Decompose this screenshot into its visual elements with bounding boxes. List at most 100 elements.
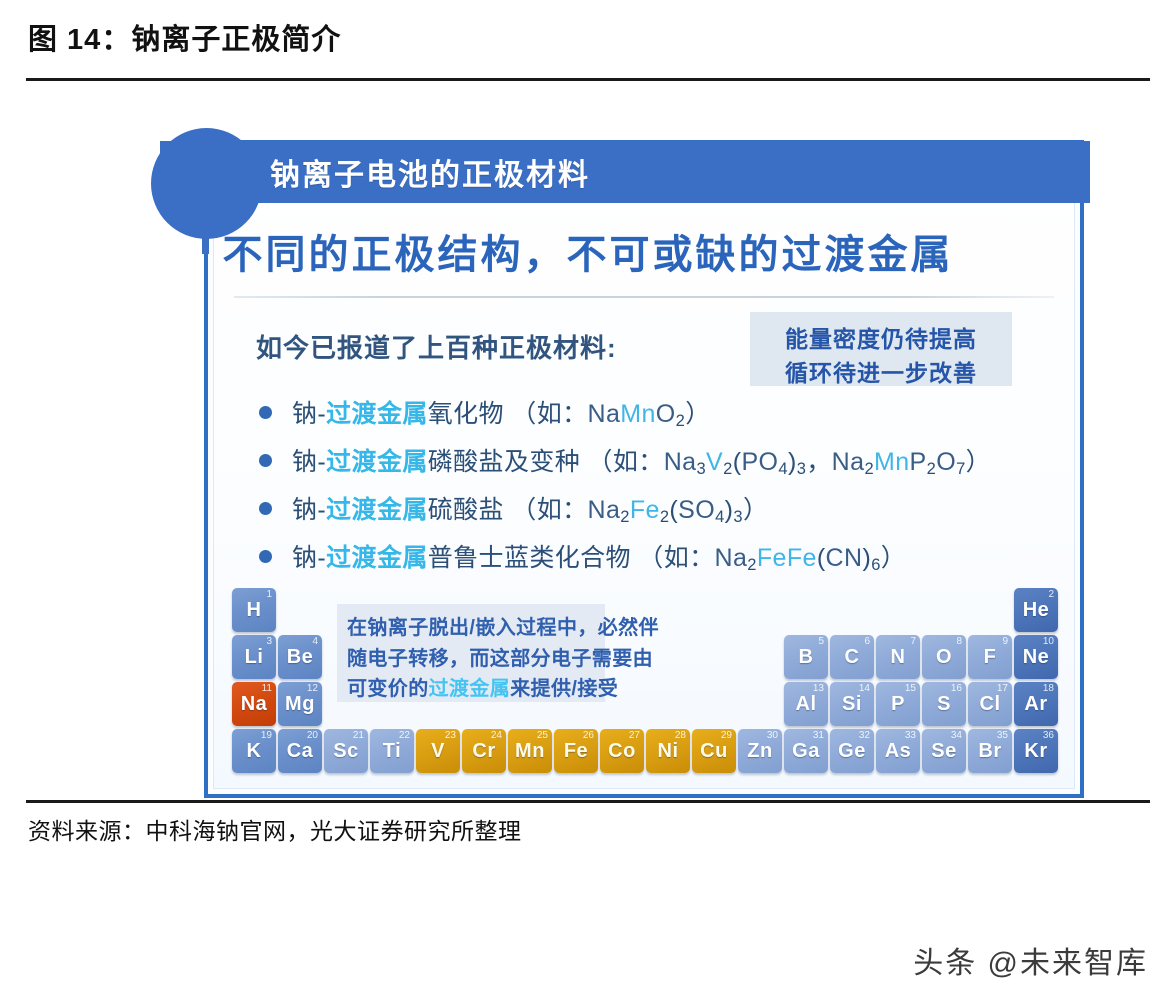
bullet-dot-icon	[259, 454, 272, 467]
list-item-text: 钠-过渡金属磷酸盐及变种 （如：Na3V2(PO4)3，Na2MnP2O7）	[292, 442, 991, 479]
element-symbol: P	[891, 693, 905, 715]
element-cell-h: 1H	[232, 588, 276, 632]
note-line-3-suffix: 来提供/接受	[510, 678, 619, 700]
element-symbol: Mg	[285, 693, 315, 715]
element-cell-se: 34 Se	[922, 729, 966, 773]
element-cell-cl: 17 Cl	[968, 682, 1012, 726]
element-symbol: N	[890, 646, 906, 668]
element-symbol: Br	[978, 740, 1002, 762]
element-cell-ca: 20 Ca	[278, 729, 322, 773]
element-symbol: H	[246, 599, 262, 621]
note-line-3: 可变价的过渡金属来提供/接受	[347, 672, 618, 701]
element-cell-ge: 32 Ge	[830, 729, 874, 773]
list-item: 钠-过渡金属氧化物 （如：NaMnO2）	[256, 390, 1056, 438]
element-cell-k: 19 K	[232, 729, 276, 773]
list-item-suffix: 硫酸盐	[427, 496, 504, 524]
element-symbol: C	[844, 646, 860, 668]
element-cell-sc: 21 Sc	[324, 729, 368, 773]
element-symbol: V	[431, 740, 445, 762]
element-symbol: S	[937, 693, 951, 715]
element-cell-ga: 31 Ga	[784, 729, 828, 773]
list-item-example: （如：NaMnO2）	[503, 400, 711, 431]
element-symbol: Be	[286, 646, 314, 668]
note-line-2: 随电子转移，而这部分电子需要由	[347, 648, 653, 670]
element-symbol: Co	[608, 740, 636, 762]
list-item-example: （如：Na2Fe2(SO4)3）	[503, 496, 769, 527]
element-cell-li: 3 Li	[232, 635, 276, 679]
element-cell-mg: 12 Mg	[278, 682, 322, 726]
element-symbol: K	[246, 740, 262, 762]
element-cell-b: 5B	[784, 635, 828, 679]
slide-banner: 钠离子电池的正极材料	[160, 141, 1090, 203]
bullet-dot-icon	[259, 406, 272, 419]
element-cell-as: 33 As	[876, 729, 920, 773]
list-item: 钠-过渡金属磷酸盐及变种 （如：Na3V2(PO4)3，Na2MnP2O7）	[256, 438, 1056, 486]
source-text: 资料来源：中科海钠官网，光大证券研究所整理	[28, 818, 522, 844]
element-symbol: O	[935, 646, 953, 668]
element-symbol: Ni	[657, 740, 679, 762]
list-item-text: 钠-过渡金属硫酸盐 （如：Na2Fe2(SO4)3）	[292, 490, 768, 527]
element-symbol: Ne	[1022, 646, 1050, 668]
material-list: 钠-过渡金属氧化物 （如：NaMnO2） 钠-过渡金属磷酸盐及变种 （如：Na3V…	[256, 390, 1056, 582]
list-item-text: 钠-过渡金属氧化物 （如：NaMnO2）	[292, 394, 711, 431]
note-line-1: 在钠离子脱出/嵌入过程中，必然伴	[347, 617, 659, 639]
element-cell-co: 27 Co	[600, 729, 644, 773]
list-item-prefix: 钠-	[292, 544, 327, 572]
element-cell-na: 11 Na	[232, 682, 276, 726]
title-divider	[26, 78, 1150, 81]
element-symbol: He	[1022, 599, 1050, 621]
list-item-example: （如：Na3V2(PO4)3，Na2MnP2O7）	[580, 448, 992, 479]
banner-circle-decoration	[151, 128, 262, 239]
element-symbol: Cr	[472, 740, 496, 762]
element-symbol: Li	[244, 646, 264, 668]
list-item-prefix: 钠-	[292, 400, 327, 428]
element-symbol: Kr	[1024, 740, 1048, 762]
element-cell-he: 2 He	[1014, 588, 1058, 632]
element-symbol: B	[798, 646, 814, 668]
element-cell-si: 14 Si	[830, 682, 874, 726]
page-title: 图 14：钠离子正极简介	[28, 24, 342, 56]
intro-text: 如今已报道了上百种正极材料:	[256, 333, 617, 363]
element-cell-ni: 28 Ni	[646, 729, 690, 773]
list-item-highlight-transition-metal: 过渡金属	[326, 496, 428, 524]
note-highlight-transition-metal: 过渡金属	[428, 678, 511, 700]
element-cell-c: 6C	[830, 635, 874, 679]
element-symbol: Cl	[979, 693, 1001, 715]
list-item-suffix: 氧化物	[427, 400, 504, 428]
callout-line-2: 循环待进一步改善	[785, 360, 977, 386]
banner-label: 钠离子电池的正极材料	[270, 159, 590, 192]
element-cell-p: 15 P	[876, 682, 920, 726]
element-cell-n: 7N	[876, 635, 920, 679]
element-cell-kr: 36 Kr	[1014, 729, 1058, 773]
element-symbol: F	[983, 646, 997, 668]
list-item-prefix: 钠-	[292, 448, 327, 476]
element-cell-v: 23 V	[416, 729, 460, 773]
element-symbol: Mn	[515, 740, 545, 762]
element-cell-br: 35 Br	[968, 729, 1012, 773]
watermark: 头条 @未来智库	[913, 947, 1148, 980]
element-symbol: Fe	[563, 740, 589, 762]
element-symbol: Na	[240, 693, 268, 715]
list-item: 钠-过渡金属普鲁士蓝类化合物 （如：Na2FeFe(CN)6）	[256, 534, 1056, 582]
list-item-prefix: 钠-	[292, 496, 327, 524]
element-symbol: As	[884, 740, 912, 762]
note-box: 在钠离子脱出/嵌入过程中，必然伴 随电子转移，而这部分电子需要由 可变价的过渡金…	[337, 604, 659, 702]
element-symbol: Ca	[286, 740, 314, 762]
list-item-highlight-transition-metal: 过渡金属	[326, 448, 428, 476]
element-symbol: Se	[931, 740, 957, 762]
element-symbol: Ar	[1024, 693, 1048, 715]
list-item-text: 钠-过渡金属普鲁士蓝类化合物 （如：Na2FeFe(CN)6）	[292, 538, 906, 575]
element-cell-ti: 22 Ti	[370, 729, 414, 773]
element-cell-fe: 26 Fe	[554, 729, 598, 773]
list-item-suffix: 磷酸盐及变种	[427, 448, 581, 476]
element-cell-zn: 30 Zn	[738, 729, 782, 773]
heading-divider	[234, 296, 1054, 298]
list-item-highlight-transition-metal: 过渡金属	[326, 544, 428, 572]
element-cell-cr: 24 Cr	[462, 729, 506, 773]
element-symbol: Ge	[838, 740, 866, 762]
note-line-3-prefix: 可变价的	[347, 678, 429, 700]
list-item-highlight-transition-metal: 过渡金属	[326, 400, 428, 428]
element-cell-be: 4 Be	[278, 635, 322, 679]
element-cell-cu: 29 Cu	[692, 729, 736, 773]
element-cell-s: 16 S	[922, 682, 966, 726]
